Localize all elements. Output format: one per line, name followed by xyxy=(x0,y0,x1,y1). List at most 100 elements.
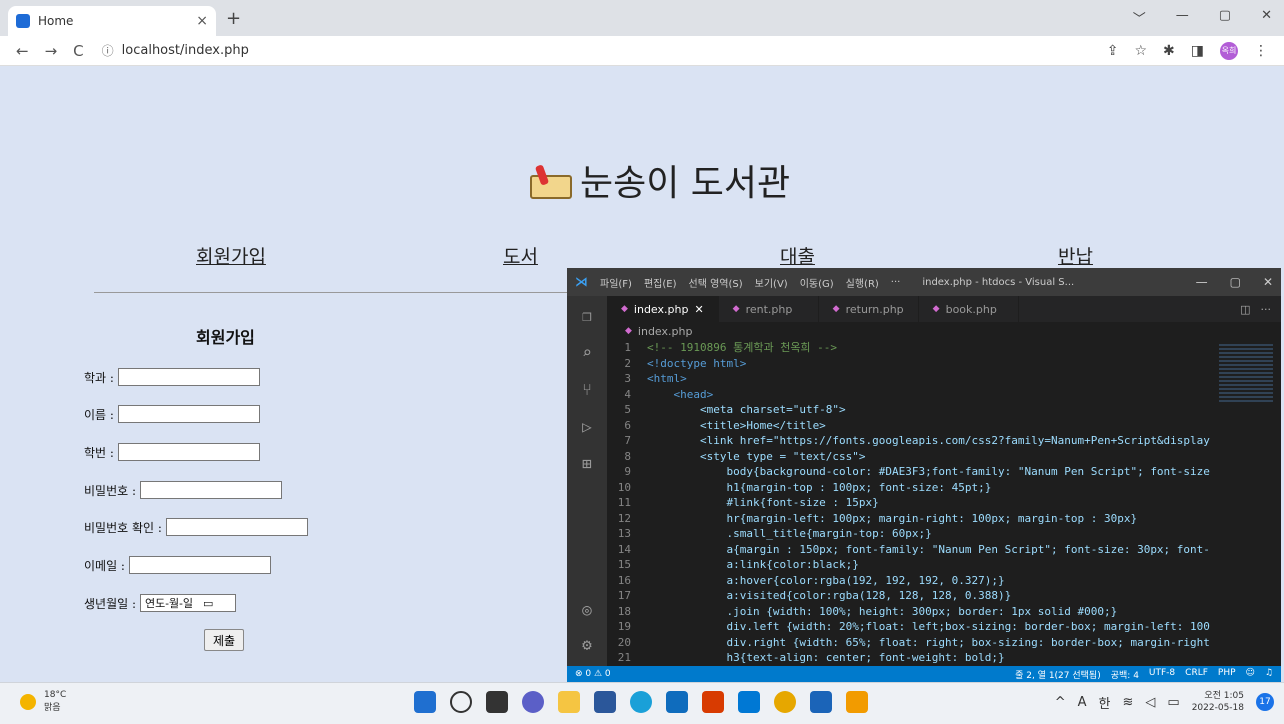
source-control-icon[interactable]: ⑂ xyxy=(582,380,592,399)
code-line: 21 h3{text-align: center; font-weight: b… xyxy=(607,650,1215,666)
menu-selection[interactable]: 선택 영역(S) xyxy=(689,275,743,290)
menu-edit[interactable]: 편집(E) xyxy=(644,275,677,290)
explorer-icon[interactable]: ❐ xyxy=(582,306,592,325)
menu-more[interactable]: ··· xyxy=(891,277,901,288)
menu-go[interactable]: 이동(G) xyxy=(800,275,834,290)
menu-run[interactable]: 실행(R) xyxy=(846,275,879,290)
tab-return-php[interactable]: ◆ return.php xyxy=(819,296,919,322)
cursor-position[interactable]: 줄 2, 열 1(27 선택됨) xyxy=(1015,668,1101,681)
reload-icon[interactable]: C xyxy=(73,42,83,60)
ime-mode-a[interactable]: A xyxy=(1078,695,1087,710)
department-input[interactable] xyxy=(117,368,260,386)
file-explorer-icon[interactable] xyxy=(558,691,580,713)
chevron-up-icon[interactable]: ^ xyxy=(1055,695,1066,710)
name-input[interactable] xyxy=(117,405,260,423)
email-input[interactable] xyxy=(128,556,271,574)
nav-link-rent[interactable]: 대출 xyxy=(780,242,815,269)
password-input[interactable] xyxy=(140,481,283,499)
nav-link-books[interactable]: 도서 xyxy=(503,242,538,269)
extensions-icon[interactable]: ⊞ xyxy=(582,454,592,473)
profile-avatar[interactable]: 옥희 xyxy=(1220,41,1238,60)
code-text: hr{margin-left: 100px; margin-right: 100… xyxy=(647,511,1138,525)
code-line: 13 .small_title{margin-top: 60px;} xyxy=(607,526,1215,542)
task-view-icon[interactable] xyxy=(486,691,508,713)
notification-badge[interactable]: 17 xyxy=(1256,693,1274,711)
code-text: .join {width: 100%; height: 300px; borde… xyxy=(647,604,1118,618)
field-label: 학번 : xyxy=(84,445,114,460)
code-line: 12 hr{margin-left: 100px; margin-right: … xyxy=(607,511,1215,527)
split-editor-icon[interactable]: ◫ xyxy=(1240,303,1250,316)
battery-icon[interactable]: ▭ xyxy=(1167,695,1179,710)
extensions-icon[interactable]: ✱ xyxy=(1163,43,1175,59)
minimap[interactable] xyxy=(1215,340,1281,666)
forward-icon[interactable]: → xyxy=(45,42,58,60)
close-window-button[interactable]: ✕ xyxy=(1261,8,1272,27)
menu-view[interactable]: 보기(V) xyxy=(755,275,788,290)
clock[interactable]: 오전 1:05 2022-05-18 xyxy=(1192,690,1244,714)
tab-rent-php[interactable]: ◆ rent.php xyxy=(719,296,819,322)
encoding[interactable]: UTF-8 xyxy=(1149,668,1175,681)
start-icon[interactable] xyxy=(414,691,436,713)
office-icon[interactable] xyxy=(702,691,724,713)
problems-indicator[interactable]: ⊗ 0 ⚠ 0 xyxy=(575,669,611,679)
ime-mode-han[interactable]: 한 xyxy=(1099,693,1111,712)
edge-icon[interactable] xyxy=(630,691,652,713)
indentation[interactable]: 공백: 4 xyxy=(1111,668,1139,681)
menu-file[interactable]: 파일(F) xyxy=(600,275,632,290)
settings-gear-icon[interactable]: ⚙ xyxy=(582,635,592,654)
submit-button[interactable]: 제출 xyxy=(204,629,245,651)
site-info-icon[interactable]: ⓘ xyxy=(102,42,114,59)
back-icon[interactable]: ← xyxy=(16,42,29,60)
bookmark-star-icon[interactable]: ☆ xyxy=(1134,43,1147,59)
close-window-button[interactable]: ✕ xyxy=(1263,275,1273,289)
maximize-button[interactable]: ▢ xyxy=(1230,275,1241,289)
volume-icon[interactable]: ◁ xyxy=(1145,695,1155,710)
more-actions-icon[interactable]: ··· xyxy=(1261,303,1272,316)
account-icon[interactable]: ◎ xyxy=(582,600,592,619)
search-icon[interactable]: ⌕ xyxy=(582,343,592,362)
tab-close-icon[interactable]: ✕ xyxy=(694,303,703,316)
vscode-taskbar-icon[interactable] xyxy=(738,691,760,713)
browser-tab-home[interactable]: Home × xyxy=(8,6,216,36)
tab-search-icon[interactable]: ﹀ xyxy=(1133,8,1146,27)
chat-icon[interactable] xyxy=(522,691,544,713)
notifications-bell-icon[interactable]: ♫ xyxy=(1265,668,1273,681)
chrome-icon[interactable] xyxy=(774,691,796,713)
code-editor[interactable]: 1 <!-- 1910896 통계학과 천옥희 --> 2 <!doctype htm… xyxy=(607,340,1215,666)
line-number: 4 xyxy=(624,387,631,401)
share-icon[interactable]: ⇪ xyxy=(1107,43,1119,59)
feedback-icon[interactable]: ☺ xyxy=(1246,668,1255,681)
store-icon[interactable] xyxy=(594,691,616,713)
minimize-button[interactable]: — xyxy=(1196,275,1208,289)
search-icon[interactable] xyxy=(450,691,472,713)
run-debug-icon[interactable]: ▷ xyxy=(582,417,592,436)
tab-close-icon[interactable]: × xyxy=(196,13,208,29)
birthdate-input[interactable]: 연도-월-일 ▭ xyxy=(140,594,237,612)
url-field[interactable]: localhost/index.php xyxy=(122,43,249,58)
minimize-button[interactable]: — xyxy=(1176,8,1189,27)
maximize-button[interactable]: ▢ xyxy=(1219,8,1231,27)
side-panel-icon[interactable]: ◨ xyxy=(1191,43,1204,59)
code-text: body{background-color: #DAE3F3;font-fami… xyxy=(647,465,1210,478)
tab-book-php[interactable]: ◆ book.php xyxy=(919,296,1019,322)
mail-icon[interactable] xyxy=(666,691,688,713)
php-file-icon: ◆ xyxy=(625,326,632,336)
password-confirm-input[interactable] xyxy=(165,518,308,536)
nav-link-join[interactable]: 회원가입 xyxy=(196,242,266,269)
dictionary-icon[interactable] xyxy=(810,691,832,713)
field-label: 비밀번호 확인 : xyxy=(84,520,162,535)
nav-link-return[interactable]: 반납 xyxy=(1058,242,1093,269)
vscode-window-title: index.php - htdocs - Visual S... xyxy=(922,276,1075,288)
tab-index-php[interactable]: ◆ index.php ✕ xyxy=(607,296,719,322)
new-tab-button[interactable]: + xyxy=(226,8,241,29)
language-mode[interactable]: PHP xyxy=(1218,668,1236,681)
code-text: <title>Home</title> xyxy=(647,418,826,432)
menu-icon[interactable]: ⋮ xyxy=(1254,43,1268,59)
code-line: 4 <head> xyxy=(607,387,1215,403)
student-id-input[interactable] xyxy=(117,443,260,461)
xampp-icon[interactable] xyxy=(846,691,868,713)
line-ending[interactable]: CRLF xyxy=(1185,668,1208,681)
wifi-icon[interactable]: ≋ xyxy=(1122,695,1133,710)
weather-widget[interactable]: 18°C 맑음 xyxy=(20,690,66,713)
calendar-icon[interactable]: ▭ xyxy=(203,597,213,610)
